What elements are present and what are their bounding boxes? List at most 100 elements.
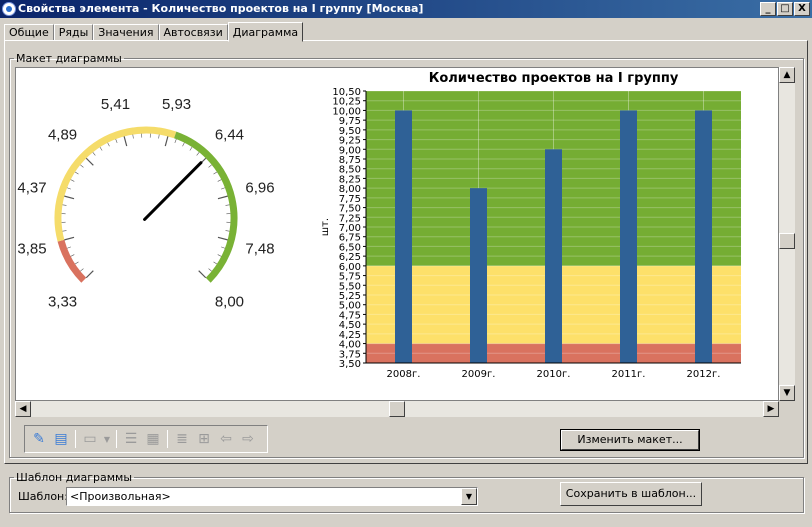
scroll-right-arrow-icon[interactable]: ▶ [763, 401, 779, 417]
scroll-left-arrow-icon[interactable]: ◀ [15, 401, 31, 417]
horizontal-scroll-thumb[interactable] [389, 401, 405, 417]
gauge-minor-tick [80, 164, 84, 168]
gauge-major-tick [198, 270, 207, 279]
arrow-left-icon[interactable]: ⇦ [216, 429, 236, 449]
change-layout-button[interactable]: Изменить макет... [560, 429, 700, 451]
gauge-minor-tick [67, 246, 71, 249]
template-group-legend: Шаблон диаграммы [16, 471, 133, 484]
minimize-button[interactable]: _ [760, 2, 776, 16]
chart-type-dropdown-icon[interactable]: ▼ [102, 429, 112, 449]
gauge-tick-label: 5,93 [162, 96, 191, 113]
chart-y-tick-label: 8,50 [339, 165, 361, 176]
chart-y-tick-label: 9,25 [339, 136, 361, 147]
chart-bar [470, 188, 487, 363]
chart-y-tick-label: 5,75 [339, 272, 361, 283]
chart-properties-icon[interactable]: ✎ [29, 429, 49, 449]
tab-autolinks[interactable]: Автосвязи [158, 24, 228, 41]
chart-y-tick-label: 9,50 [339, 126, 361, 137]
toolbar-separator [167, 430, 168, 448]
gauge-major-tick [164, 136, 169, 147]
scroll-up-arrow-icon[interactable]: ▲ [779, 67, 795, 83]
chart-type-icon[interactable]: ▭ [80, 429, 100, 449]
chart-bar [620, 110, 637, 363]
chart-y-tick-label: 10,25 [332, 97, 361, 108]
tab-chart[interactable]: Диаграмма [227, 22, 304, 42]
gauge-chart: 3,33 3,85 4,37 4,89 5,41 5,93 6,44 6,96 7,48 8,00 [17, 96, 274, 310]
legend-icon[interactable]: ≣ [172, 429, 192, 449]
vertical-scrollbar[interactable]: ▲ ▼ [779, 67, 795, 401]
app-icon [2, 2, 16, 16]
gauge-minor-tick [70, 179, 75, 182]
chart-y-tick-label: 3,75 [339, 349, 361, 360]
toolbar-separator [75, 430, 76, 448]
gauge-minor-tick [174, 139, 177, 143]
template-select-value: <Произвольная> [70, 490, 171, 503]
gauge-minor-tick [221, 246, 225, 249]
scroll-corner [779, 401, 795, 417]
bar-chart: Количество проектов на I группу3,503,754… [320, 71, 741, 380]
gauge-tick-label: 7,48 [245, 241, 274, 258]
template-select[interactable]: <Произвольная> ▼ [66, 487, 478, 506]
chart-y-tick-label: 10,00 [332, 106, 361, 117]
horizontal-scrollbar[interactable]: ◀ ▶ [15, 401, 779, 417]
title-bar: Свойства элемента - Количество проектов … [0, 0, 812, 18]
gauge-minor-tick [213, 261, 218, 265]
gauge-minor-tick [99, 146, 103, 151]
save-template-button[interactable]: Сохранить в шаблон... [560, 482, 702, 506]
gauge-minor-tick [221, 187, 225, 190]
table-grid-icon[interactable]: ▦ [143, 429, 163, 449]
gauge-minor-tick [80, 268, 84, 272]
gauge-minor-tick [182, 142, 185, 147]
chart-y-tick-label: 8,25 [339, 174, 361, 185]
gauge-major-tick [123, 136, 128, 147]
vertical-scroll-thumb[interactable] [779, 233, 795, 249]
chart-y-tick-label: 4,00 [339, 340, 361, 351]
tab-series[interactable]: Ряды [53, 24, 94, 41]
gauge-minor-tick [92, 152, 96, 156]
chart-y-tick-label: 6,25 [339, 252, 361, 263]
gauge-minor-tick [62, 204, 67, 206]
chart-x-tick-label: 2009г. [462, 369, 496, 380]
gauge-tick-label: 4,37 [17, 179, 46, 196]
chart-y-tick-label: 3,50 [339, 359, 361, 370]
chart-bar [395, 110, 412, 363]
gauge-needle [143, 161, 203, 221]
gauge-minor-tick [189, 146, 193, 151]
chart-y-tick-label: 6,00 [339, 262, 361, 273]
chevron-down-icon[interactable]: ▼ [461, 488, 477, 505]
gauge-major-tick [64, 236, 75, 241]
gauge-minor-tick [196, 152, 200, 156]
chart-y-tick-label: 7,25 [339, 213, 361, 224]
gauge-major-tick [217, 236, 228, 241]
gauge-tick-label: 3,85 [17, 241, 46, 258]
chart-x-tick-label: 2010г. [537, 369, 571, 380]
gauge-major-tick [64, 195, 75, 200]
tab-general[interactable]: Общие [4, 24, 54, 41]
scroll-down-arrow-icon[interactable]: ▼ [779, 385, 795, 401]
gauge-band [57, 239, 87, 283]
chart-x-tick-label: 2008г. [387, 369, 421, 380]
table-rows-icon[interactable]: ☰ [121, 429, 141, 449]
arrow-right-icon[interactable]: ⇨ [238, 429, 258, 449]
gauge-minor-tick [107, 142, 110, 147]
chart-y-tick-label: 9,00 [339, 145, 361, 156]
gauge-tick-label: 8,00 [215, 293, 244, 310]
gauge-major-tick [85, 157, 94, 166]
axes-icon[interactable]: ⊞ [194, 429, 214, 449]
gauge-tick-label: 3,33 [48, 293, 77, 310]
chart-bar [695, 110, 712, 363]
chart-data-icon[interactable]: ▤ [51, 429, 71, 449]
gauge-minor-tick [67, 187, 71, 190]
gauge-minor-tick [225, 204, 230, 206]
gauge-major-tick [217, 195, 228, 200]
chart-y-tick-label: 8,00 [339, 184, 361, 195]
tab-values[interactable]: Значения [93, 24, 159, 41]
chart-y-tick-label: 7,00 [339, 223, 361, 234]
gauge-minor-tick [217, 254, 222, 257]
maximize-button[interactable]: □ [777, 2, 793, 16]
toolbar-separator [116, 430, 117, 448]
close-button[interactable]: X [794, 2, 810, 16]
gauge-minor-tick [70, 254, 75, 257]
gauge-band [54, 126, 177, 242]
chart-y-tick-label: 5,25 [339, 291, 361, 302]
